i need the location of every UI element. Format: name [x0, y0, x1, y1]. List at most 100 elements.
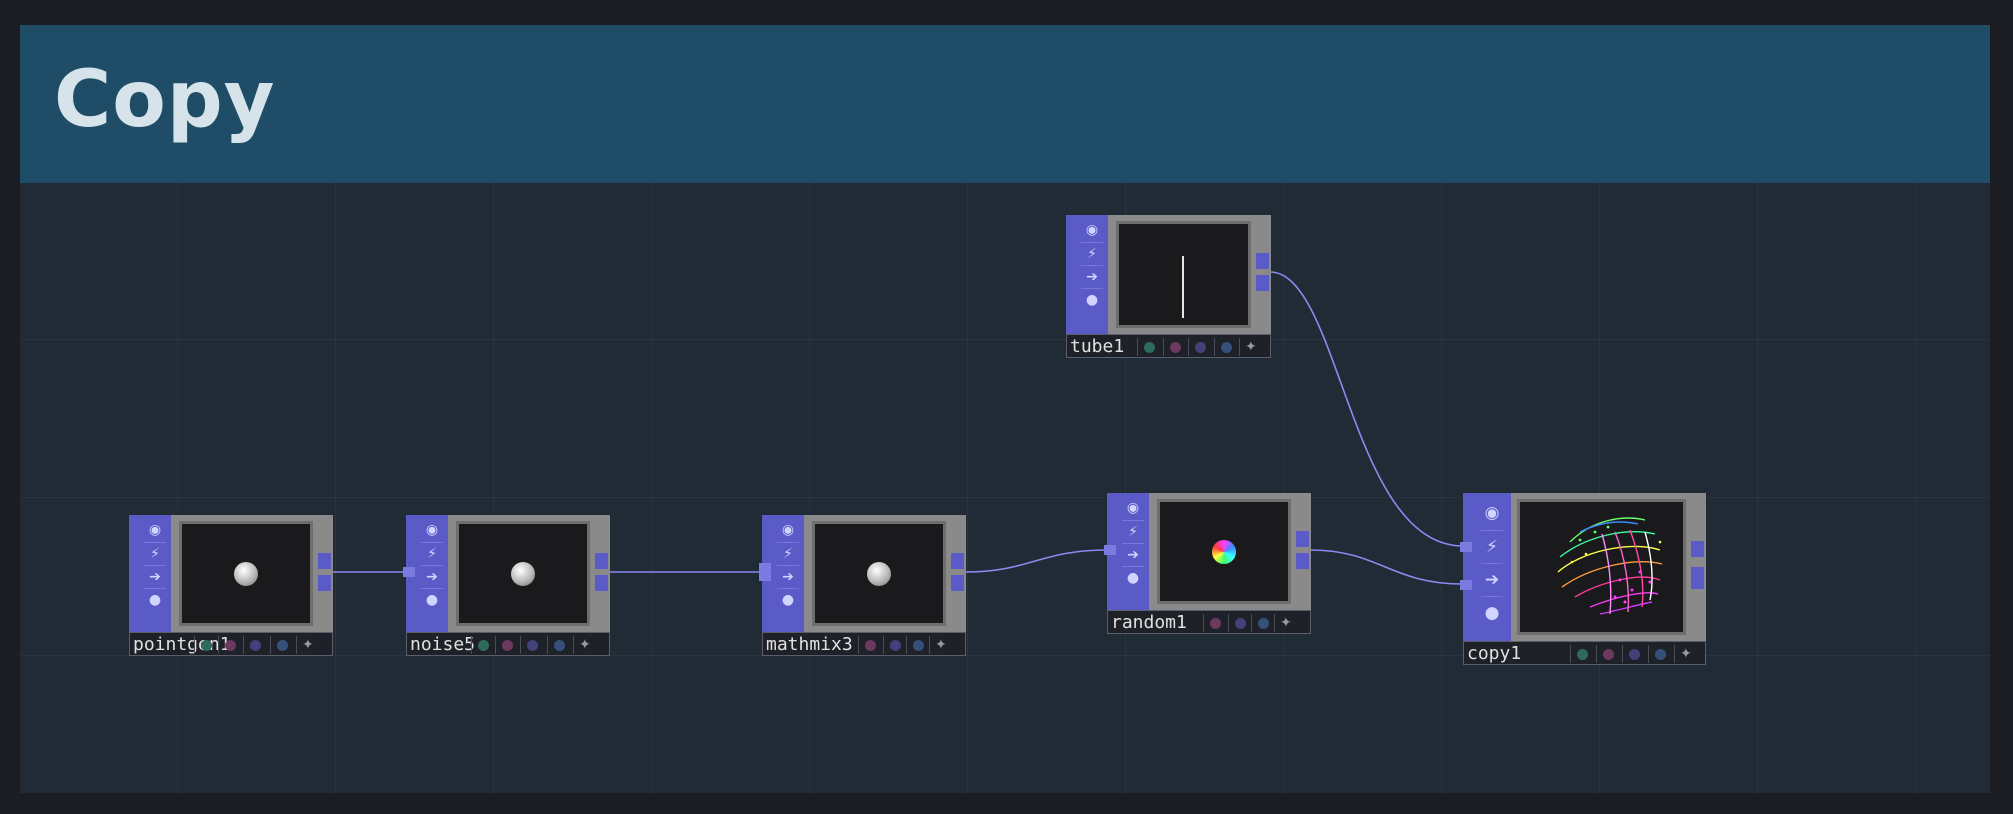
template-flag-icon[interactable]	[520, 636, 545, 654]
selectable-flag-icon[interactable]	[547, 636, 572, 654]
output-connector[interactable]	[318, 575, 331, 591]
viewer-toggle-icon[interactable]: ◉	[1081, 219, 1103, 241]
lock-icon[interactable]: ●	[421, 588, 443, 611]
template-flag-icon[interactable]	[1228, 614, 1253, 632]
node-body[interactable]: ◉ ⚡ ➔ ●	[1066, 215, 1271, 334]
output-connector[interactable]	[1691, 567, 1704, 589]
node-name[interactable]: tube1	[1070, 335, 1124, 359]
node-viewer[interactable]	[1157, 499, 1291, 604]
render-flag-icon[interactable]	[1596, 645, 1621, 663]
cook-icon[interactable]: ⚡	[777, 542, 799, 565]
node-viewer[interactable]	[812, 521, 946, 626]
viewer-toggle-icon[interactable]: ◉	[144, 519, 166, 541]
lock-icon[interactable]: ●	[777, 588, 799, 611]
output-connector[interactable]	[318, 553, 331, 569]
pin-icon[interactable]: ✦	[929, 636, 954, 654]
template-flag-icon[interactable]	[1188, 338, 1213, 356]
node-viewer[interactable]	[179, 521, 313, 626]
input-connector[interactable]	[403, 567, 415, 577]
input-connector[interactable]	[1460, 580, 1472, 590]
selectable-flag-icon[interactable]	[270, 636, 295, 654]
node-copy1[interactable]: ◉ ⚡ ➔ ● copy1 ✦	[1460, 493, 1706, 666]
selectable-flag-icon[interactable]	[1251, 614, 1276, 632]
output-connector[interactable]	[1296, 553, 1309, 569]
node-body[interactable]: ◉ ⚡ ➔ ●	[759, 515, 966, 632]
display-flag-icon[interactable]	[858, 636, 883, 654]
viewer-toggle-icon[interactable]: ◉	[777, 519, 799, 541]
lock-icon[interactable]: ●	[144, 588, 166, 611]
lock-icon[interactable]: ●	[1481, 596, 1503, 629]
output-connector[interactable]	[951, 575, 964, 591]
viewer-toggle-icon[interactable]: ◉	[1481, 497, 1503, 529]
node-noise5[interactable]: ◉ ⚡ ➔ ● noise5 ✦	[403, 515, 610, 657]
pin-icon[interactable]: ✦	[296, 636, 321, 654]
lock-icon[interactable]: ●	[1122, 566, 1144, 589]
render-flag-icon[interactable]	[218, 636, 243, 654]
display-flag-icon[interactable]	[194, 636, 219, 654]
template-flag-icon[interactable]	[243, 636, 268, 654]
viewer-toggle-icon[interactable]: ◉	[1122, 497, 1144, 519]
node-strip: ◉ ⚡ ➔ ●	[1463, 493, 1511, 641]
cook-icon[interactable]: ⚡	[144, 542, 166, 565]
pin-icon[interactable]: ✦	[1274, 614, 1299, 632]
display-flag-icon[interactable]	[1137, 338, 1162, 356]
render-flag-icon[interactable]	[1163, 338, 1188, 356]
node-name[interactable]: mathmix3	[766, 633, 853, 657]
node-pointgen1[interactable]: ◉ ⚡ ➔ ● pointgen1 ✦	[129, 515, 333, 656]
display-flag-icon[interactable]	[471, 636, 496, 654]
node-mathmix3[interactable]: ◉ ⚡ ➔ ● mathmix3 ✦	[759, 515, 966, 656]
node-body[interactable]: ◉ ⚡ ➔ ●	[403, 515, 610, 632]
node-viewer[interactable]	[1116, 221, 1251, 328]
cook-icon[interactable]: ⚡	[1481, 530, 1503, 563]
node-footer: random1 ✦	[1107, 610, 1311, 634]
node-body[interactable]: ◉ ⚡ ➔ ●	[1104, 493, 1311, 610]
input-connector[interactable]	[759, 563, 771, 581]
node-footer: pointgen1 ✦	[129, 632, 333, 656]
output-connector[interactable]	[951, 553, 964, 569]
node-name[interactable]: noise5	[410, 633, 475, 657]
bypass-arrow-icon[interactable]: ➔	[1081, 265, 1103, 288]
template-flag-icon[interactable]	[1622, 645, 1647, 663]
cook-icon[interactable]: ⚡	[1122, 520, 1144, 543]
display-flag-icon[interactable]	[1570, 645, 1595, 663]
lock-icon[interactable]: ●	[1081, 288, 1103, 311]
node-body[interactable]: ◉ ⚡ ➔ ●	[129, 515, 333, 632]
input-connector[interactable]	[1104, 545, 1116, 555]
bypass-arrow-icon[interactable]: ➔	[1122, 543, 1144, 566]
node-tube1[interactable]: ◉ ⚡ ➔ ● tube1 ✦	[1066, 215, 1271, 358]
cook-icon[interactable]: ⚡	[421, 542, 443, 565]
pin-icon[interactable]: ✦	[1239, 338, 1264, 356]
output-connector[interactable]	[1296, 531, 1309, 547]
render-flag-icon[interactable]	[495, 636, 520, 654]
node-body[interactable]: ◉ ⚡ ➔ ●	[1460, 493, 1706, 641]
selectable-flag-icon[interactable]	[906, 636, 931, 654]
output-connector[interactable]	[595, 575, 608, 591]
render-flag-icon[interactable]	[1203, 614, 1228, 632]
bypass-arrow-icon[interactable]: ➔	[777, 565, 799, 588]
bypass-arrow-icon[interactable]: ➔	[421, 565, 443, 588]
output-connector[interactable]	[1256, 253, 1269, 269]
bypass-arrow-icon[interactable]: ➔	[1481, 563, 1503, 596]
node-footer: mathmix3 ✦	[762, 632, 966, 656]
output-connector[interactable]	[1256, 275, 1269, 291]
input-connector[interactable]	[1460, 542, 1472, 552]
node-strip: ◉ ⚡ ➔ ●	[129, 515, 171, 632]
cook-icon[interactable]: ⚡	[1081, 242, 1103, 265]
template-flag-icon[interactable]	[883, 636, 908, 654]
network-editor[interactable]: Copy	[20, 25, 1990, 793]
node-name[interactable]: copy1	[1467, 642, 1521, 666]
selectable-flag-icon[interactable]	[1214, 338, 1239, 356]
output-connector[interactable]	[1691, 541, 1704, 557]
vertical-line-preview	[1182, 256, 1184, 318]
pin-icon[interactable]: ✦	[1674, 645, 1699, 663]
white-sphere-preview	[511, 562, 535, 586]
pin-icon[interactable]: ✦	[573, 636, 598, 654]
output-connector[interactable]	[595, 553, 608, 569]
selectable-flag-icon[interactable]	[1648, 645, 1673, 663]
viewer-toggle-icon[interactable]: ◉	[421, 519, 443, 541]
bypass-arrow-icon[interactable]: ➔	[144, 565, 166, 588]
node-name[interactable]: random1	[1111, 611, 1187, 635]
node-random1[interactable]: ◉ ⚡ ➔ ● random1 ✦	[1104, 493, 1311, 634]
node-viewer[interactable]	[456, 521, 590, 626]
node-viewer[interactable]	[1517, 499, 1686, 635]
